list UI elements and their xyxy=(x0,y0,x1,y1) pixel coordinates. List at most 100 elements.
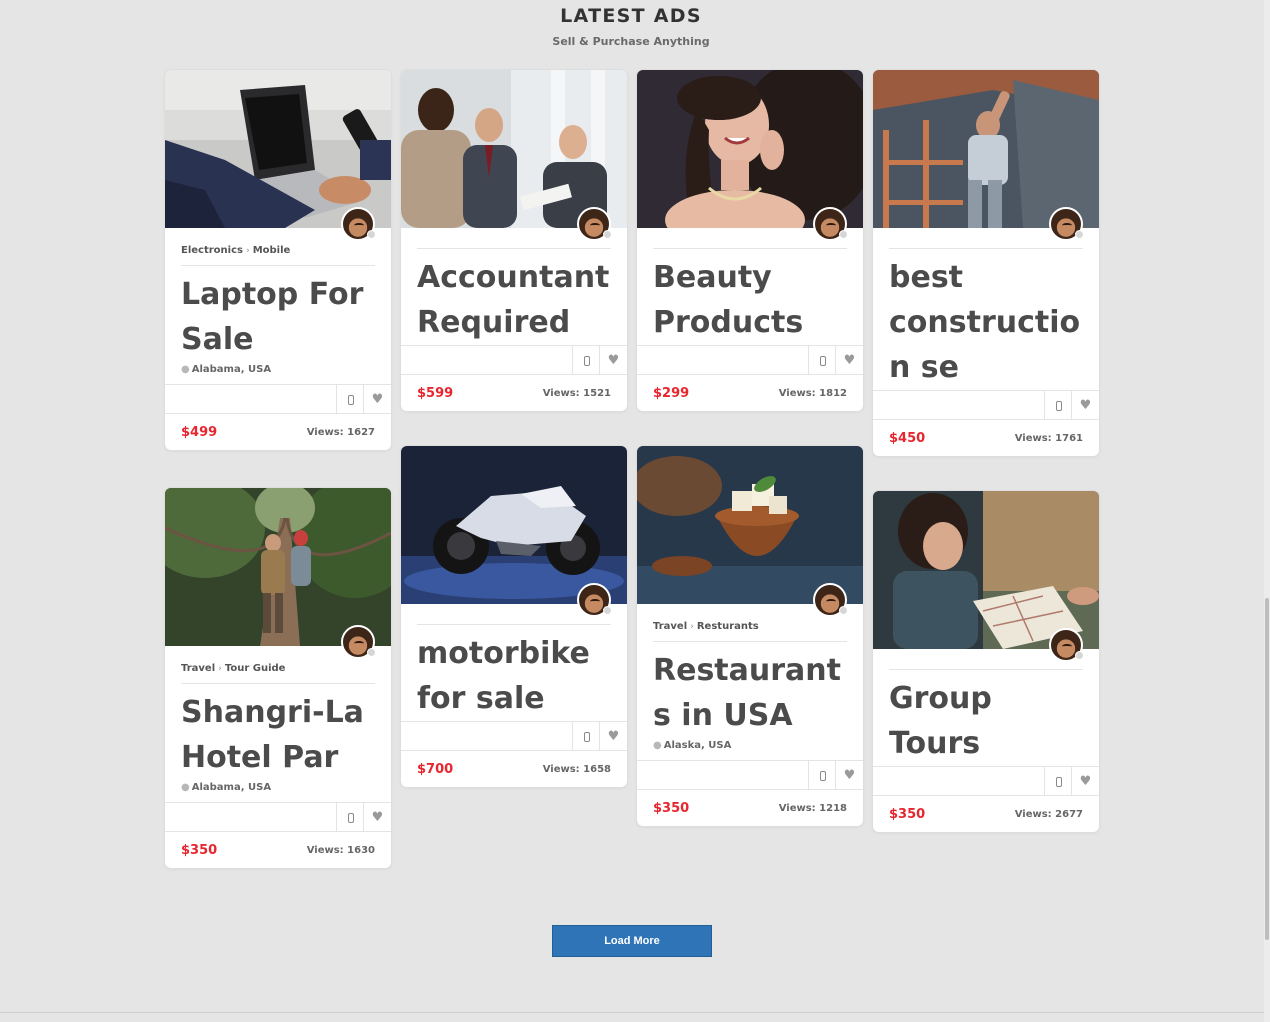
card-footer: $299 Views: 1812 xyxy=(637,375,863,411)
phone-icon[interactable] xyxy=(808,761,836,790)
ad-location: ● Alaska, USA xyxy=(653,738,847,760)
ad-card[interactable]: Travel › Resturants Restaurants in USA ● Al… xyxy=(637,446,863,826)
ad-card[interactable]: Electronics › Mobile Laptop For Sale ● Alab… xyxy=(165,70,391,450)
heart-icon[interactable]: ♥ xyxy=(835,761,863,790)
heart-icon[interactable]: ♥ xyxy=(363,803,391,832)
heart-icon[interactable]: ♥ xyxy=(1071,767,1099,796)
ad-photo[interactable] xyxy=(401,446,627,617)
card-footer: $499 Views: 1627 xyxy=(165,414,391,450)
card-footer: $350 Views: 1218 xyxy=(637,790,863,826)
card-footer: $350 Views: 2677 xyxy=(873,796,1099,832)
business-meeting-photo xyxy=(401,70,627,228)
ad-price: $700 xyxy=(417,761,454,777)
ad-price: $350 xyxy=(653,800,690,816)
ad-photo[interactable] xyxy=(165,70,391,241)
heart-icon[interactable]: ♥ xyxy=(363,385,391,414)
ad-card[interactable]: best construction se ♥ $450 Views: 1761 xyxy=(873,70,1099,456)
card-footer: $599 Views: 1521 xyxy=(401,375,627,411)
page-bottom-line xyxy=(0,1012,1270,1013)
heart-icon[interactable]: ♥ xyxy=(1071,391,1099,420)
heart-icon[interactable]: ♥ xyxy=(835,346,863,375)
ad-card[interactable]: Travel › Tour Guide Shangri-La Hotel Par ●… xyxy=(165,488,391,868)
ad-title[interactable]: Group Tours xyxy=(889,676,1083,766)
ad-price: $299 xyxy=(653,385,690,401)
card-actions: ♥ xyxy=(873,766,1099,796)
online-status-dot xyxy=(367,230,376,239)
card-actions: ♥ xyxy=(165,802,391,832)
online-status-dot xyxy=(839,606,848,615)
ad-title[interactable]: Accountant Required xyxy=(417,255,611,345)
subcategory-link[interactable]: Tour Guide xyxy=(225,663,286,674)
card-actions: ♥ xyxy=(165,384,391,414)
card-actions: ♥ xyxy=(873,390,1099,420)
card-actions: ♥ xyxy=(401,721,627,751)
ad-title[interactable]: Restaurants in USA xyxy=(653,648,847,738)
ad-views: Views: 1218 xyxy=(778,802,847,814)
ad-title[interactable]: best construction se xyxy=(889,255,1083,390)
online-status-dot xyxy=(1075,230,1084,239)
beauty-photo xyxy=(637,70,863,228)
ad-views: Views: 2677 xyxy=(1014,808,1083,820)
chevron-right-icon: › xyxy=(218,664,222,674)
ad-price: $450 xyxy=(889,430,926,446)
ad-card[interactable]: Beauty Products ♥ $299 Views: 1812 xyxy=(637,70,863,411)
ad-views: Views: 1812 xyxy=(778,387,847,399)
ad-photo[interactable] xyxy=(873,70,1099,241)
category-link[interactable]: Electronics xyxy=(181,245,243,256)
ad-photo[interactable] xyxy=(873,491,1099,662)
ad-photo[interactable] xyxy=(637,446,863,617)
online-status-dot xyxy=(603,606,612,615)
ad-card[interactable]: motorbike for sale ♥ $700 Views: 1658 xyxy=(401,446,627,787)
phone-icon[interactable] xyxy=(572,346,600,375)
scrollbar[interactable] xyxy=(1264,0,1270,1022)
ad-price: $350 xyxy=(181,842,218,858)
phone-icon[interactable] xyxy=(336,385,364,414)
ad-photo[interactable] xyxy=(637,70,863,241)
map-pin-icon: ● xyxy=(181,782,190,793)
category-link[interactable]: Travel xyxy=(181,663,215,674)
online-status-dot xyxy=(1075,651,1084,660)
ad-location: ● Alabama, USA xyxy=(181,780,375,802)
ad-title[interactable]: Beauty Products xyxy=(653,255,847,345)
ad-photo[interactable] xyxy=(165,488,391,659)
ad-views: Views: 1630 xyxy=(306,844,375,856)
rope-bridge-photo xyxy=(165,488,391,646)
phone-icon[interactable] xyxy=(336,803,364,832)
scrollbar-thumb[interactable] xyxy=(1265,598,1269,940)
section-subtitle: Sell & Purchase Anything xyxy=(552,35,710,48)
section-title: LATEST ADS xyxy=(560,5,702,27)
subcategory-link[interactable]: Resturants xyxy=(697,621,759,632)
map-pin-icon: ● xyxy=(181,364,190,375)
laptop-photo xyxy=(165,70,391,228)
ad-views: Views: 1627 xyxy=(306,426,375,438)
ad-title[interactable]: Laptop For Sale xyxy=(181,272,375,362)
motorbike-photo xyxy=(401,446,627,604)
subcategory-link[interactable]: Mobile xyxy=(253,245,291,256)
category-link[interactable]: Travel xyxy=(653,621,687,632)
phone-icon[interactable] xyxy=(1044,767,1072,796)
location-text: Alabama, USA xyxy=(191,782,272,793)
phone-icon[interactable] xyxy=(572,722,600,751)
ad-card[interactable]: Group Tours ♥ $350 Views: 2677 xyxy=(873,491,1099,832)
card-footer: $450 Views: 1761 xyxy=(873,420,1099,456)
online-status-dot xyxy=(839,230,848,239)
ad-views: Views: 1658 xyxy=(542,763,611,775)
location-text: Alaska, USA xyxy=(663,740,732,751)
ad-title[interactable]: Shangri-La Hotel Par xyxy=(181,690,375,780)
ad-photo[interactable] xyxy=(401,70,627,241)
ad-location: ● Alabama, USA xyxy=(181,362,375,384)
heart-icon[interactable]: ♥ xyxy=(599,346,627,375)
online-status-dot xyxy=(603,230,612,239)
phone-icon[interactable] xyxy=(1044,391,1072,420)
ad-views: Views: 1761 xyxy=(1014,432,1083,444)
ad-card[interactable]: Accountant Required ♥ $599 Views: 1521 xyxy=(401,70,627,411)
location-text: Alabama, USA xyxy=(191,364,272,375)
ad-title[interactable]: motorbike for sale xyxy=(417,631,611,721)
load-more-button[interactable]: Load More xyxy=(552,925,712,957)
heart-icon[interactable]: ♥ xyxy=(599,722,627,751)
phone-icon[interactable] xyxy=(808,346,836,375)
ad-price: $499 xyxy=(181,424,218,440)
card-actions: ♥ xyxy=(637,760,863,790)
construction-photo xyxy=(873,70,1099,228)
card-actions: ♥ xyxy=(637,345,863,375)
